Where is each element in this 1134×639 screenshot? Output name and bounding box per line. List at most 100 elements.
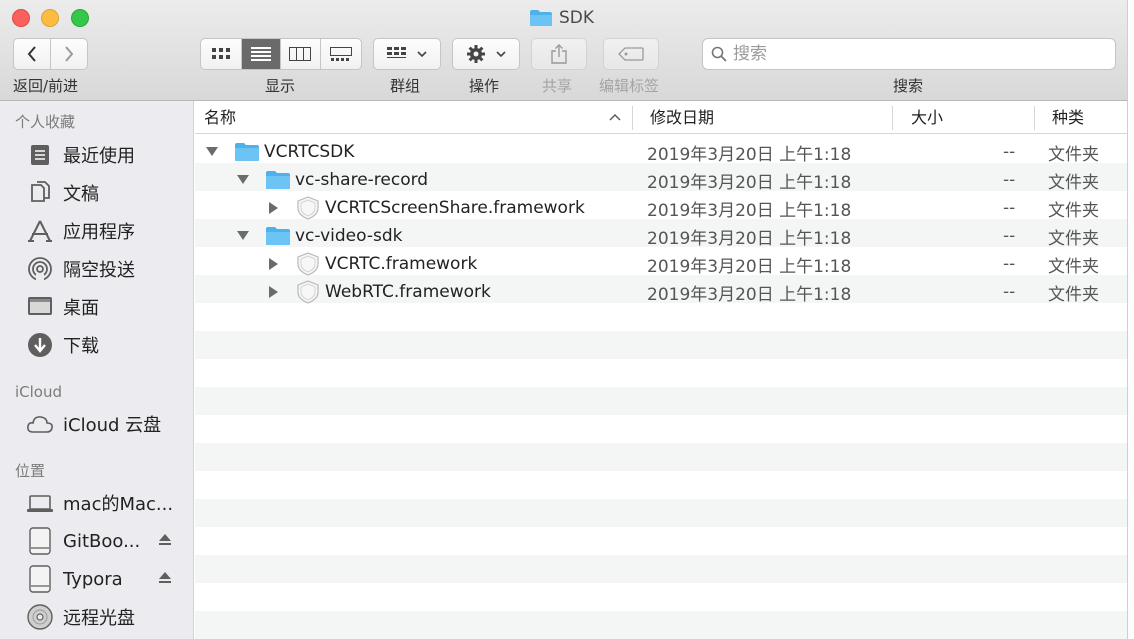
disclosure-expanded-icon[interactable]	[235, 172, 251, 188]
file-row[interactable]: vc-share-record 2019年3月20日 上午1:18 -- 文件夹	[195, 166, 1127, 194]
disk-icon	[25, 526, 55, 556]
action-button[interactable]	[452, 38, 520, 70]
disclosure-collapsed-icon[interactable]	[266, 256, 282, 272]
file-row[interactable]: VCRTCSDK 2019年3月20日 上午1:18 -- 文件夹	[195, 138, 1127, 166]
sidebar-item-airdrop[interactable]: 隔空投送	[25, 254, 190, 284]
eject-icon[interactable]	[158, 571, 172, 585]
column-header-row: 名称 修改日期 大小 种类	[195, 101, 1127, 134]
edit-tags-button[interactable]	[603, 38, 659, 70]
file-size: --	[1003, 170, 1016, 190]
file-row[interactable]: WebRTC.framework 2019年3月20日 上午1:18 -- 文件…	[195, 278, 1127, 306]
sidebar-item-label: 应用程序	[63, 222, 135, 243]
sidebar-item-downloads[interactable]: 下载	[25, 330, 190, 360]
disclosure-collapsed-icon[interactable]	[266, 284, 282, 300]
file-name: vc-share-record	[295, 170, 429, 190]
column-header-kind[interactable]: 种类	[1052, 101, 1084, 134]
row-stripe	[195, 611, 1127, 639]
column-header-size[interactable]: 大小	[911, 101, 943, 134]
framework-bundle-icon	[297, 252, 319, 276]
search-field[interactable]	[702, 38, 1116, 70]
display-label: 显示	[265, 77, 296, 95]
column-separator[interactable]	[1034, 106, 1035, 130]
window-title: SDK	[529, 7, 594, 29]
group-button[interactable]	[373, 38, 441, 70]
file-name: WebRTC.framework	[325, 282, 491, 302]
column-separator[interactable]	[632, 106, 633, 130]
column-view-button[interactable]	[281, 39, 321, 69]
list-view-button[interactable]	[241, 39, 282, 69]
recents-icon	[25, 140, 55, 170]
file-row[interactable]: VCRTC.framework 2019年3月20日 上午1:18 -- 文件夹	[195, 250, 1127, 278]
back-button[interactable]	[14, 39, 51, 69]
list-lines-icon	[250, 47, 271, 61]
sidebar-item-recents[interactable]: 最近使用	[25, 140, 190, 170]
close-window-button[interactable]	[12, 9, 30, 27]
framework-bundle-icon	[297, 280, 319, 304]
sidebar-item-label: mac的Mac...	[63, 494, 174, 515]
group-grid-icon	[387, 47, 406, 58]
file-date: 2019年3月20日 上午1:18	[647, 284, 852, 305]
sidebar-item-remote-disc[interactable]: 远程光盘	[25, 602, 190, 632]
chevron-down-icon	[496, 51, 506, 58]
sidebar-item-icloud-drive[interactable]: iCloud 云盘	[25, 409, 190, 439]
group-label: 群组	[390, 77, 421, 95]
sidebar-item-applications[interactable]: 应用程序	[25, 216, 190, 246]
columns-icon	[289, 47, 312, 61]
airdrop-icon	[25, 254, 55, 284]
sidebar-item-desktop[interactable]: 桌面	[25, 292, 190, 322]
file-kind: 文件夹	[1048, 200, 1099, 221]
column-header-name[interactable]: 名称	[204, 101, 236, 134]
locations-header: 位置	[15, 462, 46, 480]
search-label: 搜索	[893, 77, 924, 95]
disclosure-collapsed-icon[interactable]	[266, 200, 282, 216]
row-stripe	[195, 555, 1127, 583]
sidebar-item-typora-volume[interactable]: Typora	[25, 564, 190, 594]
gear-icon	[467, 45, 485, 63]
minimize-window-button[interactable]	[41, 9, 59, 27]
column-separator[interactable]	[892, 106, 893, 130]
file-name-cell: vc-share-record	[235, 170, 428, 190]
file-name: VCRTCScreenShare.framework	[325, 198, 585, 218]
sidebar-item-documents[interactable]: 文稿	[25, 178, 190, 208]
file-size: --	[1003, 142, 1016, 162]
eject-icon[interactable]	[158, 533, 172, 547]
window-title-text: SDK	[559, 8, 595, 28]
nav-buttons	[13, 38, 88, 70]
optical-disc-icon	[25, 602, 55, 632]
chevron-left-icon	[27, 46, 36, 62]
folder-icon	[266, 227, 290, 245]
folder-icon	[235, 143, 259, 161]
folder-icon	[530, 10, 552, 26]
share-button[interactable]	[531, 38, 587, 70]
file-size: --	[1003, 282, 1016, 302]
downloads-icon	[25, 330, 55, 360]
search-input[interactable]	[733, 44, 1093, 64]
file-name-cell: vc-video-sdk	[235, 226, 402, 246]
file-date: 2019年3月20日 上午1:18	[647, 200, 852, 221]
framework-bundle-icon	[297, 196, 319, 220]
share-label: 共享	[542, 77, 573, 95]
chevron-down-icon	[417, 51, 427, 58]
sidebar: 个人收藏 最近使用 文稿 应用程序 隔空投送 桌面 下载 iCloud iClo…	[0, 101, 194, 639]
forward-button[interactable]	[51, 39, 88, 69]
share-icon	[551, 44, 567, 64]
file-kind: 文件夹	[1048, 228, 1099, 249]
desktop-icon	[25, 292, 55, 322]
file-kind: 文件夹	[1048, 256, 1099, 277]
icon-view-button[interactable]	[201, 39, 242, 69]
nav-label: 返回/前进	[13, 77, 79, 95]
disclosure-expanded-icon[interactable]	[235, 228, 251, 244]
sidebar-item-label: 最近使用	[63, 146, 135, 167]
column-header-modified[interactable]: 修改日期	[650, 101, 714, 134]
file-row[interactable]: VCRTCScreenShare.framework 2019年3月20日 上午…	[195, 194, 1127, 222]
sidebar-item-this-mac[interactable]: mac的Mac...	[25, 488, 190, 518]
sidebar-item-label: 文稿	[63, 184, 99, 205]
sidebar-item-gitbook-volume[interactable]: GitBoo...	[25, 526, 190, 556]
file-row[interactable]: vc-video-sdk 2019年3月20日 上午1:18 -- 文件夹	[195, 222, 1127, 250]
icon-grid-icon	[211, 48, 230, 59]
disclosure-expanded-icon[interactable]	[204, 144, 220, 160]
file-date: 2019年3月20日 上午1:18	[647, 228, 852, 249]
file-date: 2019年3月20日 上午1:18	[647, 256, 852, 277]
gallery-view-button[interactable]	[321, 39, 361, 69]
zoom-window-button[interactable]	[71, 9, 89, 27]
